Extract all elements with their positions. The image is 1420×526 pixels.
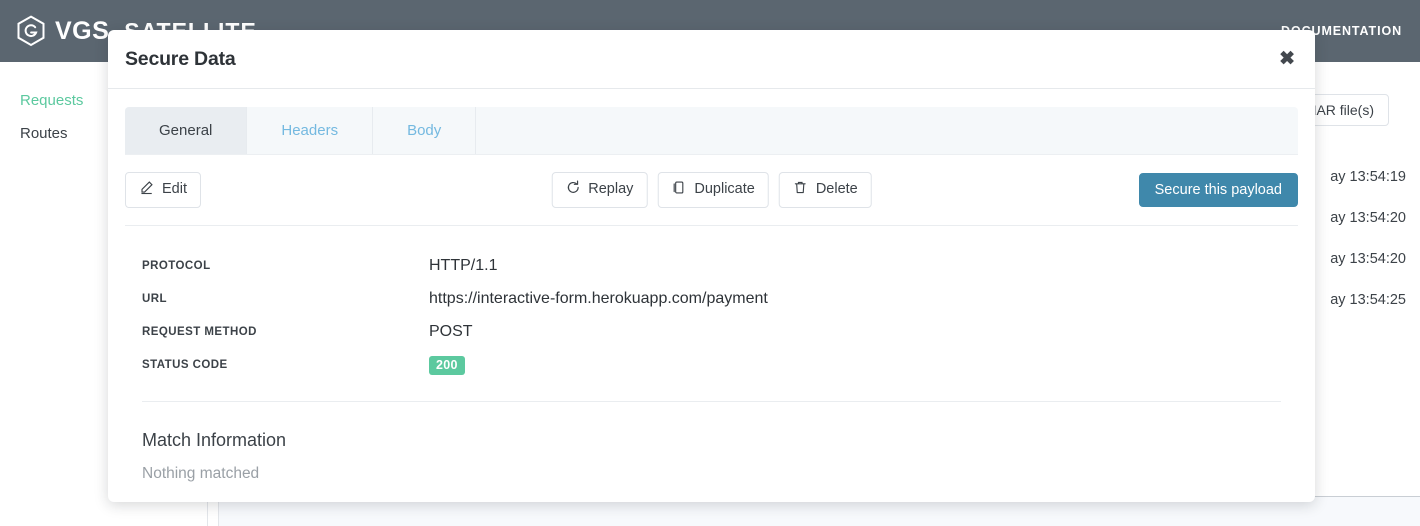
duplicate-button[interactable]: Duplicate xyxy=(657,172,769,208)
delete-label: Delete xyxy=(815,181,858,197)
action-toolbar: Edit Replay Duplicate Delete Secure this… xyxy=(125,172,1298,226)
status-badge: 200 xyxy=(429,355,465,375)
match-information-title: Match Information xyxy=(142,429,287,450)
request-timestamp: ay 13:54:25 xyxy=(1330,292,1406,308)
request-timestamp: ay 13:54:19 xyxy=(1330,169,1406,185)
tab-label: Headers xyxy=(281,122,339,139)
duplicate-label: Duplicate xyxy=(694,181,755,197)
detail-row-url: URL https://interactive-form.herokuapp.c… xyxy=(142,283,1298,316)
pencil-icon xyxy=(139,180,154,200)
detail-value: POST xyxy=(429,323,473,341)
delete-button[interactable]: Delete xyxy=(778,172,872,208)
tab-label: Body xyxy=(407,122,442,139)
copy-icon xyxy=(671,180,686,200)
request-timestamp: ay 13:54:20 xyxy=(1330,251,1406,267)
secure-data-modal: Secure Data ✖ General Headers Body Edit … xyxy=(108,30,1315,502)
tab-body[interactable]: Body xyxy=(373,107,477,154)
modal-tabs: General Headers Body xyxy=(125,107,1298,155)
replay-button[interactable]: Replay xyxy=(551,172,648,208)
detail-row-status-code: STATUS CODE 200 xyxy=(142,349,1298,382)
trash-icon xyxy=(793,180,808,200)
tab-headers[interactable]: Headers xyxy=(247,107,374,154)
replay-label: Replay xyxy=(588,181,634,197)
detail-label: STATUS CODE xyxy=(142,359,228,372)
edit-button[interactable]: Edit xyxy=(125,172,201,208)
sidebar-item-label: Requests xyxy=(20,92,84,109)
vgs-hexagon-logo-icon xyxy=(16,14,46,48)
detail-value: https://interactive-form.herokuapp.com/p… xyxy=(429,290,768,308)
tab-general[interactable]: General xyxy=(125,107,248,154)
modal-title: Secure Data xyxy=(125,47,236,70)
detail-label: URL xyxy=(142,293,167,306)
modal-body: General Headers Body Edit Replay Duplica… xyxy=(108,89,1315,483)
match-information-text: Nothing matched xyxy=(142,464,260,482)
detail-value: HTTP/1.1 xyxy=(429,257,498,275)
detail-list: PROTOCOL HTTP/1.1 URL https://interactiv… xyxy=(125,226,1298,382)
request-timestamp: ay 13:54:20 xyxy=(1330,210,1406,226)
brand-name: VGS xyxy=(55,16,110,45)
modal-header: Secure Data ✖ xyxy=(108,30,1315,89)
detail-label: REQUEST METHOD xyxy=(142,326,257,339)
tab-label: General xyxy=(159,122,213,139)
secure-this-payload-button[interactable]: Secure this payload xyxy=(1138,172,1298,207)
detail-row-protocol: PROTOCOL HTTP/1.1 xyxy=(142,250,1298,283)
close-icon[interactable]: ✖ xyxy=(1273,46,1301,73)
detail-label: PROTOCOL xyxy=(142,260,211,273)
detail-row-request-method: REQUEST METHOD POST xyxy=(142,316,1298,349)
sidebar-item-label: Routes xyxy=(20,125,68,142)
refresh-icon xyxy=(565,180,580,200)
center-actions: Replay Duplicate Delete xyxy=(551,172,872,208)
edit-label: Edit xyxy=(162,181,187,197)
match-information-section: Match Information Nothing matched xyxy=(125,402,1298,483)
